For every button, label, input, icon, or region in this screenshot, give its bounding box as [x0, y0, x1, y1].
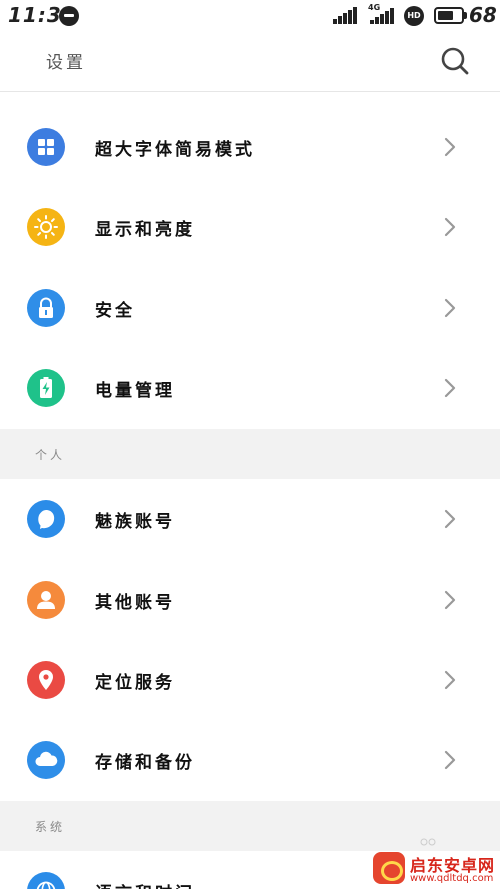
settings-row-label: 存储和备份	[95, 753, 195, 773]
chevron-right-icon	[444, 670, 456, 690]
settings-row-location-services[interactable]: 定位服务	[0, 640, 500, 720]
grid-icon	[27, 128, 65, 166]
settings-row-security[interactable]: 安全	[0, 268, 500, 348]
search-button[interactable]	[438, 44, 472, 78]
battery-percent: 68	[469, 3, 497, 27]
settings-row-other-accounts[interactable]: 其他账号	[0, 560, 500, 640]
section-header-personal: 个人	[0, 429, 500, 479]
page-title: 设置	[46, 53, 86, 73]
chevron-right-icon	[444, 509, 456, 529]
section-title: 个人	[35, 448, 66, 462]
signal-strength-icon	[333, 6, 359, 24]
battery-icon	[27, 369, 65, 407]
settings-row-large-font-mode[interactable]: 超大字体简易模式	[0, 107, 500, 187]
watermark-url: www.qdltdq.com	[410, 873, 494, 884]
settings-row-label: 超大字体简易模式	[95, 140, 255, 160]
settings-row-label: 显示和亮度	[95, 220, 195, 240]
meizu-account-icon	[27, 500, 65, 538]
cloud-icon	[27, 741, 65, 779]
settings-row-label: 定位服务	[95, 673, 175, 693]
section-title: 系统	[35, 820, 66, 834]
chevron-right-icon	[444, 217, 456, 237]
settings-row-label: 魅族账号	[95, 512, 175, 532]
settings-row-power-management[interactable]: 电量管理	[0, 348, 500, 428]
settings-row-storage-backup[interactable]: 存储和备份	[0, 720, 500, 800]
settings-row-label: 语言和时间	[95, 879, 195, 889]
chevron-right-icon	[444, 590, 456, 610]
person-icon	[27, 581, 65, 619]
location-pin-icon	[27, 661, 65, 699]
message-notification-icon	[59, 6, 79, 26]
sun-icon	[27, 208, 65, 246]
site-watermark: 启东安卓网 www.qdltdq.com	[370, 848, 498, 888]
watermark-logo-icon	[373, 852, 405, 884]
lock-icon	[27, 289, 65, 327]
hd-voice-icon: HD	[404, 6, 424, 26]
battery-status-icon	[434, 7, 464, 24]
status-bar: 11:33 4G HD 68	[0, 0, 500, 32]
settings-row-display-brightness[interactable]: 显示和亮度	[0, 187, 500, 267]
chevron-right-icon	[444, 378, 456, 398]
settings-row-label: 电量管理	[95, 381, 175, 401]
chevron-right-icon	[444, 298, 456, 318]
settings-row-label: 安全	[95, 301, 135, 321]
floating-ball-icon[interactable]	[420, 836, 436, 848]
chevron-right-icon	[444, 750, 456, 770]
globe-icon	[27, 872, 65, 889]
battery-fill	[438, 11, 453, 20]
settings-row-label: 其他账号	[95, 593, 175, 613]
chevron-right-icon	[444, 137, 456, 157]
settings-row-meizu-account[interactable]: 魅族账号	[0, 479, 500, 559]
app-bar: 设置	[0, 32, 500, 92]
search-icon	[441, 47, 469, 75]
battery-tip	[464, 12, 467, 19]
signal-strength-4g-icon	[370, 8, 396, 24]
